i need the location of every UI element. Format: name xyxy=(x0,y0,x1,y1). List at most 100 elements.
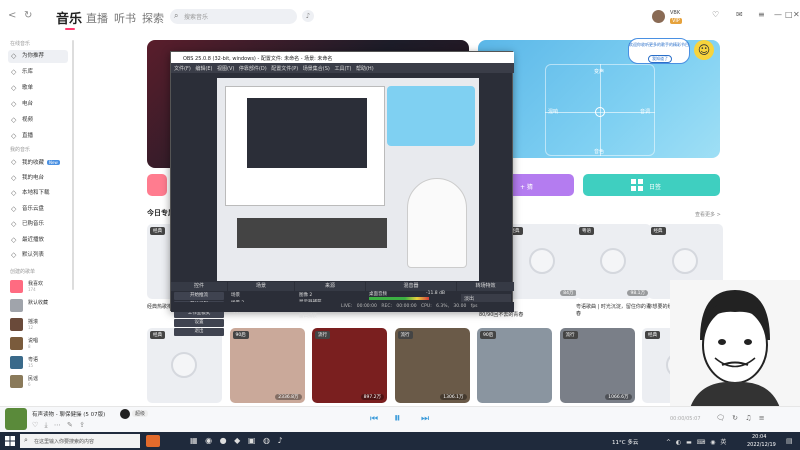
vip-badge[interactable]: VIP xyxy=(670,18,682,24)
sidebar-item[interactable]: ◇ 直播 xyxy=(8,130,68,143)
obs-menu-bar[interactable]: 文件(F) 编辑(E) 视图(V) 停靠部件(D) 配置文件(P) 场景集合(S… xyxy=(171,63,514,73)
voice-pad-handle[interactable] xyxy=(595,107,605,117)
playlist-count: 174 xyxy=(28,287,36,292)
obs-transition-select[interactable]: 淡出 xyxy=(461,294,511,302)
heart-icon: ◇ xyxy=(11,158,17,166)
pause-icon[interactable]: ⏸ xyxy=(394,411,401,426)
playlist-title[interactable]: 我喜欢 xyxy=(28,280,43,287)
sidebar-item[interactable]: ◇ 我的电台 xyxy=(8,172,68,185)
skin-icon[interactable]: ♡ xyxy=(712,10,719,19)
sidebar-item-label: 直播 xyxy=(22,133,34,139)
obs-scene-item[interactable]: 场景 xyxy=(231,292,240,298)
notification-icon[interactable]: ▤ xyxy=(786,437,793,445)
tab-live[interactable]: 直播 xyxy=(86,10,108,26)
taskbar-weather[interactable]: 11°C 多云 xyxy=(612,438,638,446)
playlist-card[interactable]: 粤语 98.1万 xyxy=(576,224,651,299)
tray-icons[interactable]: ^ ◐ ▬ ⌨ ◉ 英 xyxy=(666,437,726,446)
tab-explore[interactable]: 探索 xyxy=(142,10,164,26)
sidebar-item[interactable]: ◇ 已购音乐 xyxy=(8,218,68,231)
obs-source-item[interactable]: 图像 2 xyxy=(299,292,312,298)
sidebar-item[interactable]: ◇ 我的收藏 New xyxy=(8,156,68,169)
back-icon[interactable]: < xyxy=(8,10,16,21)
playlist-card[interactable]: 流行 1306.1万 xyxy=(394,328,470,403)
tip-dismiss-button[interactable]: 我知道了 xyxy=(648,55,672,63)
sidebar-item[interactable]: ◇ 乐库 xyxy=(8,66,68,79)
taskbar-search-input[interactable]: ⌕ 在这里输入你要搜索的内容 xyxy=(20,434,140,448)
playlist-card[interactable]: 90后 xyxy=(477,328,552,403)
radio-icon: ◇ xyxy=(11,100,17,108)
sidebar-item[interactable]: ◇ 本地和下载 xyxy=(8,187,68,200)
playlist-title[interactable]: 默认收藏 xyxy=(28,299,48,306)
next-track-icon[interactable]: ⏭ xyxy=(421,414,429,424)
tip-text: 欢迎你收听更多的歌手的精彩节目 xyxy=(629,42,689,47)
maximize-icon[interactable]: □ xyxy=(785,10,793,19)
sidebar-item[interactable]: ◇ 最近播放 xyxy=(8,234,68,247)
pill-shortcut-3[interactable]: 日签 xyxy=(583,174,720,196)
user-name[interactable]: VBK xyxy=(670,10,680,16)
playlist-card[interactable]: 经典 xyxy=(147,328,222,403)
sidebar-item[interactable]: ◇ 音乐云盘 xyxy=(8,203,68,216)
tab-audiobook[interactable]: 听书 xyxy=(114,10,136,26)
obs-preview[interactable] xyxy=(217,78,479,281)
playlist-cover[interactable] xyxy=(10,280,23,293)
playlist-title[interactable]: 粤语 xyxy=(28,356,38,363)
play-count: 897.2万 xyxy=(360,394,384,400)
avatar[interactable] xyxy=(652,10,665,23)
playlist-cover[interactable] xyxy=(10,299,23,312)
track-actions-icons[interactable]: ♡ ⤓ ⋯ ✎ ⇪ xyxy=(32,421,85,430)
pill-shortcut-1[interactable] xyxy=(147,174,167,196)
playlist-title[interactable]: 摇滚 xyxy=(28,318,38,325)
obs-left-gutter xyxy=(171,78,217,281)
obs-control-button[interactable]: 设置 xyxy=(174,319,224,327)
prev-track-icon[interactable]: ⏮ xyxy=(370,414,378,424)
obs-source-item[interactable]: 窗口捕获 xyxy=(299,313,317,319)
sidebar-item[interactable]: ◇ 为你推荐 xyxy=(8,50,68,63)
sidebar-item[interactable]: ◇ 视频 xyxy=(8,114,68,127)
cartoon-face-illustration xyxy=(690,290,780,408)
pad-label-bottom: 音色 xyxy=(594,149,605,155)
playlist-card[interactable]: 流行 1066.6万 xyxy=(559,328,635,403)
now-playing-cover[interactable] xyxy=(5,408,27,430)
playlist-cover[interactable] xyxy=(10,318,23,331)
playlist-card[interactable]: 经典 84万 xyxy=(504,224,580,299)
playlist-card[interactable]: 流行 897.2万 xyxy=(312,328,387,403)
obs-control-button[interactable]: 退出 xyxy=(174,328,224,336)
obs-window[interactable]: OBS 25.0.8 (32-bit, windows) - 配置文件: 未命名… xyxy=(170,51,514,336)
search-input[interactable]: ⌕ 搜索音乐 xyxy=(170,9,297,24)
minimize-icon[interactable]: — xyxy=(774,10,782,19)
obs-dock-mixer-header: 混音器 xyxy=(366,282,456,291)
play-count: 2336.8万 xyxy=(275,394,302,400)
now-playing-title[interactable]: 有声读物 - 聊保健操 (5 07版) xyxy=(32,410,105,418)
sidebar-scrollbar[interactable] xyxy=(72,40,74,290)
listener-avatar[interactable] xyxy=(120,409,130,419)
active-tab-indicator xyxy=(65,28,75,30)
refresh-icon[interactable]: ↻ xyxy=(24,10,32,21)
live-icon: ◇ xyxy=(11,132,17,140)
sidebar-item[interactable]: ◇ 电台 xyxy=(8,98,68,111)
close-icon[interactable]: ✕ xyxy=(793,10,800,19)
message-icon[interactable]: ✉ xyxy=(736,10,743,19)
sidebar-item[interactable]: ◇ 默认列表 xyxy=(8,249,68,262)
menu-icon[interactable]: ≡ xyxy=(758,10,765,19)
microphone-icon[interactable]: ♪ xyxy=(302,10,314,22)
playlist-title[interactable]: 说唱 xyxy=(28,337,38,344)
sidebar-item-label: 最近播放 xyxy=(22,236,45,243)
taskbar-app-widget[interactable] xyxy=(146,435,160,447)
playlist-cover[interactable] xyxy=(10,337,23,350)
section-more-link[interactable]: 查看更多 > xyxy=(695,211,721,218)
player-right-icons[interactable]: 🗨 ↻ ♫ ≡ xyxy=(716,414,765,422)
playlist-card[interactable]: 90后 2336.8万 xyxy=(229,328,305,403)
playlist-cover[interactable] xyxy=(10,375,23,388)
tab-music[interactable]: 音乐 xyxy=(56,8,82,27)
obs-dock-sources-header: 来源 xyxy=(295,282,365,291)
taskbar-pinned-apps[interactable]: ▦ ◉ ● ◆ ▣ ◍ ♪ xyxy=(190,436,283,445)
sidebar-item-label: 我的电台 xyxy=(22,174,45,181)
obs-control-button[interactable]: 开始推流 xyxy=(174,292,224,300)
taskbar-date: 2022/12/19 xyxy=(747,442,776,448)
sidebar-item[interactable]: ◇ 歌单 xyxy=(8,82,68,95)
playlist-cover[interactable] xyxy=(10,356,23,369)
playlist-title[interactable]: 民谣 xyxy=(28,375,38,382)
windows-start-icon[interactable] xyxy=(5,436,15,446)
obs-mixer-meter[interactable] xyxy=(369,297,429,300)
card-caption[interactable]: 粤语歌曲 | 时光沉淀，留住你的青春 xyxy=(576,304,654,318)
